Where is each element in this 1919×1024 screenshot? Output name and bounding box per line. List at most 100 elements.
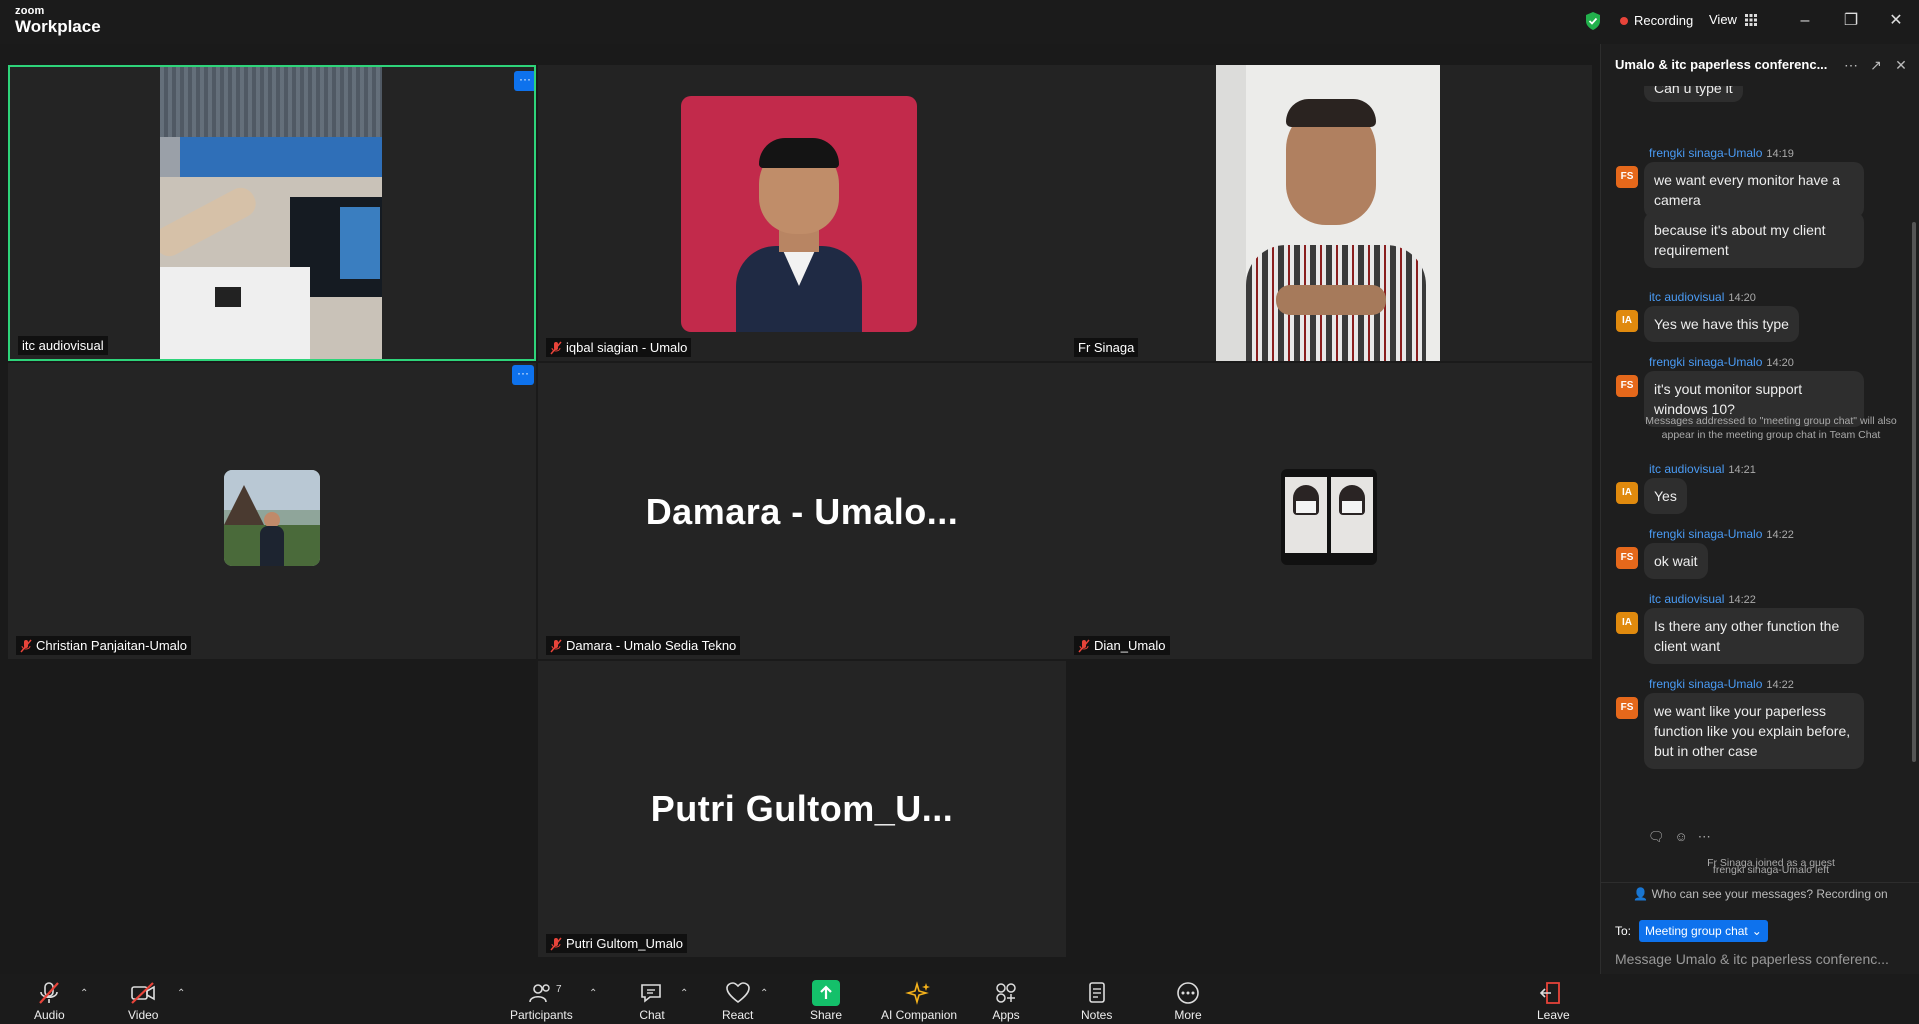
video-options-caret-icon[interactable]: ⌃ — [177, 988, 185, 999]
participant-name-tag: itc audiovisual — [18, 336, 108, 355]
video-button[interactable]: Video — [128, 980, 158, 1022]
minimize-icon[interactable]: – — [1794, 10, 1816, 32]
leave-icon — [1540, 982, 1561, 1004]
close-window-icon[interactable]: ✕ — [1885, 10, 1907, 32]
system-note: Messages addressed to "meeting group cha… — [1645, 415, 1897, 441]
person-lock-icon: 👤 — [1633, 887, 1649, 901]
video-tile-dian[interactable]: Dian_Umalo — [1066, 363, 1592, 659]
share-screen-icon — [812, 980, 841, 1006]
chat-message-list[interactable]: Can u type it FS frengki sinaga-Umalo 14:… — [1601, 86, 1919, 886]
message-time: 14:19 — [1766, 148, 1794, 160]
more-options-icon[interactable]: ⋯ — [1842, 56, 1860, 74]
sender-name: itc audiovisual — [1649, 462, 1725, 476]
apps-button[interactable]: Apps — [992, 980, 1020, 1022]
shield-icon[interactable] — [1584, 11, 1602, 31]
avatar: FS — [1616, 375, 1638, 397]
message-sender: frengki sinaga-Umalo 14:22 — [1649, 527, 1794, 541]
sender-name: frengki sinaga-Umalo — [1649, 355, 1763, 369]
message-input[interactable] — [1615, 948, 1911, 970]
chat-icon — [641, 984, 661, 1003]
reply-icon[interactable]: 🗨 — [1648, 829, 1665, 845]
notes-icon — [1088, 982, 1105, 1003]
sender-name: frengki sinaga-Umalo — [1649, 677, 1763, 691]
mic-muted-icon — [39, 982, 60, 1004]
participant-video — [1216, 65, 1440, 361]
sender-name: frengki sinaga-Umalo — [1649, 146, 1763, 160]
video-tile-damara[interactable]: Damara - Umalo... Damara - Umalo Sedia T… — [538, 363, 1066, 659]
apps-icon — [996, 983, 1016, 1003]
logo-bottom-text: Workplace — [15, 17, 101, 36]
video-tile-putri-gultom[interactable]: Putri Gultom_U... Putri Gultom_Umalo — [538, 661, 1066, 957]
restore-icon[interactable]: ❐ — [1840, 10, 1862, 32]
ai-companion-button[interactable]: AI Companion — [881, 980, 957, 1022]
participant-name: Fr Sinaga — [1078, 340, 1135, 355]
more-button[interactable]: More — [1174, 980, 1202, 1022]
logo-top-text: zoom — [15, 5, 45, 17]
view-button[interactable]: View — [1709, 12, 1757, 27]
audio-options-caret-icon[interactable]: ⌃ — [80, 988, 88, 999]
zoom-logo: zoom Workplace — [15, 5, 101, 36]
meeting-toolbar: Audio ⌃ Video ⌃ Participants 7 ⌃ Chat ⌃ — [0, 974, 1919, 1024]
avatar: FS — [1616, 166, 1638, 188]
participant-name: Damara - Umalo Sedia Tekno — [566, 638, 737, 653]
heart-icon — [725, 982, 750, 1004]
message-bubble: Yes — [1644, 478, 1687, 514]
react-caret-icon[interactable]: ⌃ — [760, 988, 768, 999]
participant-name-tag: iqbal siagian - Umalo — [546, 338, 692, 357]
record-dot-icon — [1620, 16, 1628, 25]
grid-icon — [1744, 13, 1757, 26]
joined-notice: Fr Sinaga joined as a guest — [1707, 857, 1835, 869]
sender-name: itc audiovisual — [1649, 592, 1725, 606]
avatar: IA — [1616, 612, 1638, 634]
participant-name: iqbal siagian - Umalo — [566, 340, 688, 355]
audio-label: Audio — [34, 1008, 65, 1022]
more-actions-icon[interactable]: ⋯ — [1698, 829, 1711, 845]
camera-off-icon — [131, 982, 156, 1004]
participant-avatar-photo — [681, 96, 917, 332]
share-button[interactable]: Share — [810, 980, 842, 1022]
chat-button[interactable]: Chat — [638, 980, 666, 1022]
video-tile-iqbal-siagian[interactable]: iqbal siagian - Umalo — [538, 65, 1066, 361]
participant-name: itc audiovisual — [22, 338, 104, 353]
video-tile-itc-audiovisual[interactable]: itc audiovisual ··· — [8, 65, 536, 361]
message-text: Can u type it — [1654, 86, 1733, 96]
emoji-react-icon[interactable]: ☺ — [1675, 829, 1688, 845]
tile-options-icon[interactable]: ··· — [512, 365, 534, 385]
recording-indicator[interactable]: Recording — [1620, 13, 1693, 28]
message-sender: itc audiovisual 14:20 — [1649, 290, 1756, 304]
muted-mic-icon — [550, 937, 562, 950]
message-bubble: Is there any other function the client w… — [1644, 608, 1864, 664]
participant-avatar-photo — [224, 470, 320, 566]
chat-caret-icon[interactable]: ⌃ — [680, 988, 688, 999]
title-bar: zoom Workplace Recording View – ❐ ✕ — [0, 0, 1919, 44]
chat-title: Umalo & itc paperless conferenc... — [1615, 57, 1828, 72]
close-panel-icon[interactable]: ✕ — [1892, 56, 1910, 74]
chat-header: Umalo & itc paperless conferenc... ⋯ ↗ ✕ — [1601, 44, 1919, 86]
pop-out-icon[interactable]: ↗ — [1867, 56, 1885, 74]
message-bubble: we want like your paperless function lik… — [1644, 693, 1864, 769]
audio-button[interactable]: Audio — [34, 980, 65, 1022]
recipient-value: Meeting group chat — [1645, 924, 1748, 938]
react-label: React — [722, 1008, 754, 1022]
leave-button[interactable]: Leave — [1537, 980, 1570, 1022]
privacy-text: Who can see your messages? Recording on — [1651, 887, 1888, 901]
sender-name: itc audiovisual — [1649, 290, 1725, 304]
notes-button[interactable]: Notes — [1081, 980, 1112, 1022]
tile-options-icon[interactable]: ··· — [514, 71, 534, 91]
recipient-dropdown[interactable]: Meeting group chat ⌄ — [1639, 920, 1768, 942]
message-time: 14:21 — [1728, 464, 1756, 476]
participants-button[interactable]: Participants — [510, 980, 573, 1022]
participant-count: 7 — [556, 984, 562, 995]
video-tile-fr-sinaga[interactable]: Fr Sinaga — [1066, 65, 1592, 361]
react-button[interactable]: React — [722, 980, 753, 1022]
participants-caret-icon[interactable]: ⌃ — [589, 988, 597, 999]
participant-name: Dian_Umalo — [1094, 638, 1166, 653]
message-sender: frengki sinaga-Umalo 14:22 — [1649, 677, 1794, 691]
video-tile-christian-panjaitan[interactable]: Christian Panjaitan-Umalo ··· — [8, 363, 536, 659]
leave-label: Leave — [1537, 1008, 1570, 1022]
participant-name-tag: Putri Gultom_Umalo — [546, 934, 688, 953]
chevron-down-icon: ⌄ — [1751, 924, 1762, 938]
chat-scrollbar[interactable] — [1912, 222, 1916, 762]
privacy-notice[interactable]: 👤 Who can see your messages? Recording o… — [1601, 882, 1919, 904]
participant-display-name: Putri Gultom_U... — [650, 788, 954, 829]
